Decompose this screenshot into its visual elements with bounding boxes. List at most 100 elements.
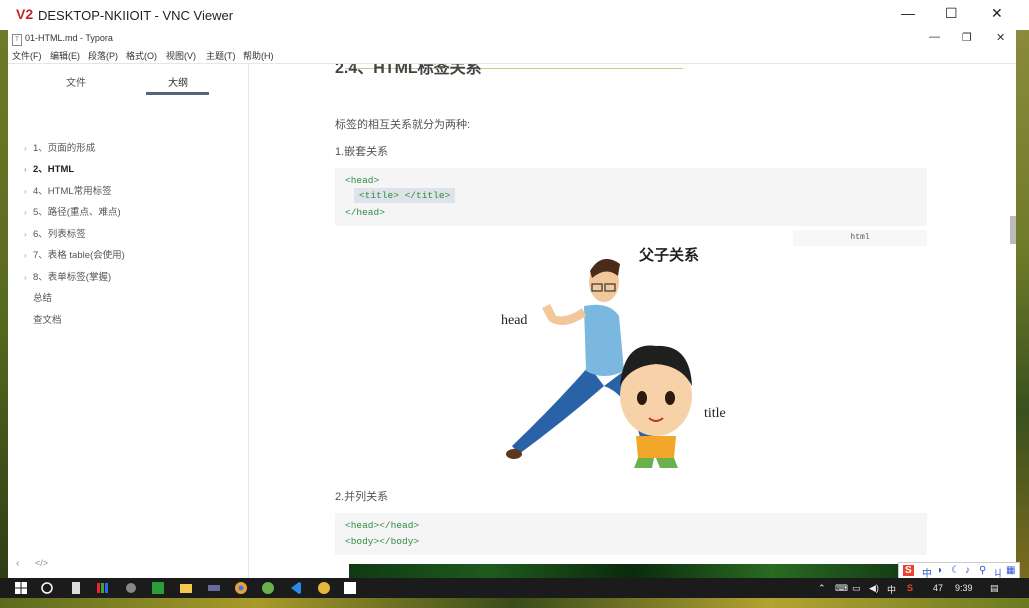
menu-bar: 文件(F) 编辑(E) 段落(P) 格式(O) 视图(V) 主题(T) 帮助(H… bbox=[8, 48, 1016, 64]
vnc-viewer-app-icon[interactable] bbox=[317, 581, 331, 595]
sidebar-footer: ‹ </> bbox=[8, 552, 248, 578]
vscode-icon[interactable] bbox=[289, 581, 303, 595]
menu-edit[interactable]: 编辑(E) bbox=[50, 49, 80, 62]
ime-menu-icon[interactable]: ▦ bbox=[1006, 565, 1015, 576]
outline-item-1[interactable]: › 1、页面的形成 bbox=[24, 140, 95, 154]
outline-item-label: 2、HTML bbox=[33, 164, 75, 175]
outline-item-summary[interactable]: 总结 bbox=[33, 290, 52, 304]
intro-paragraph: 标签的相互关系就分为两种: bbox=[335, 119, 471, 131]
section-heading: 2.4、HTML标签关系 bbox=[335, 64, 482, 77]
tab-outline[interactable]: 大纲 bbox=[168, 74, 188, 89]
menu-paragraph[interactable]: 段落(P) bbox=[88, 49, 118, 62]
ime-tools-icon[interactable]: ⚲ bbox=[979, 565, 986, 576]
code-language-label[interactable]: html bbox=[793, 230, 927, 246]
illustration-title-label: title bbox=[704, 406, 726, 421]
sogou-logo-icon[interactable]: S bbox=[903, 565, 914, 576]
vnc-close-button[interactable]: ✕ bbox=[991, 5, 1003, 22]
windows-start-icon[interactable] bbox=[14, 581, 28, 595]
notification-center-icon[interactable]: ▤ bbox=[990, 583, 999, 594]
hbuilder-icon[interactable] bbox=[151, 581, 165, 595]
cartoon-father-son-image bbox=[506, 258, 692, 468]
code-line: </head> bbox=[345, 207, 385, 218]
parallel-relation-title: 2.并列关系 bbox=[335, 491, 389, 503]
jungle-image bbox=[349, 564, 912, 578]
outline-item-label: 4、HTML常用标签 bbox=[33, 186, 112, 197]
outline-item-label: 7、表格 table(会使用) bbox=[33, 250, 125, 261]
menu-view[interactable]: 视图(V) bbox=[166, 49, 196, 62]
browser-icon[interactable] bbox=[261, 581, 275, 595]
ime-language-indicator[interactable]: 中 bbox=[887, 583, 896, 596]
menu-file[interactable]: 文件(F) bbox=[12, 49, 42, 62]
vnc-window-title: DESKTOP-NKIIOIT - VNC Viewer bbox=[38, 8, 234, 23]
sogou-tray-icon[interactable]: S bbox=[907, 583, 913, 593]
vnc-logo-icon: V2 bbox=[16, 6, 34, 22]
menu-help[interactable]: 帮助(H) bbox=[243, 49, 274, 62]
chevron-right-icon[interactable]: › bbox=[24, 230, 33, 239]
sidebar: 文件 大纲 › 1、页面的形成 › 2、HTML › 4、HTML常用标签 › 5、路径… bbox=[8, 64, 249, 578]
calculator-icon[interactable] bbox=[69, 581, 83, 595]
typora-window: T 01-HTML.md - Typora — ❐ ✕ 文件(F) 编辑(E) … bbox=[8, 30, 1016, 578]
typora-close-button[interactable]: ✕ bbox=[996, 31, 1005, 44]
desktop-wallpaper-bottom bbox=[0, 598, 1029, 608]
volume-icon[interactable]: ◀) bbox=[869, 583, 879, 594]
file-explorer-icon[interactable] bbox=[179, 581, 193, 595]
ime-voice-icon[interactable]: ♪ bbox=[965, 565, 970, 576]
menu-format[interactable]: 格式(O) bbox=[126, 49, 157, 62]
desktop-wallpaper-left bbox=[0, 30, 8, 578]
outline-item-label: 6、列表标签 bbox=[33, 229, 86, 240]
tab-files[interactable]: 文件 bbox=[66, 74, 86, 89]
source-code-mode-icon[interactable]: </> bbox=[35, 558, 48, 568]
outline-item-label: 5、路径(重点、难点) bbox=[33, 207, 121, 218]
menu-theme[interactable]: 主题(T) bbox=[206, 49, 236, 62]
ime-punctuation-icon[interactable]: ☾ bbox=[951, 565, 960, 576]
chrome-browser-icon[interactable] bbox=[234, 581, 248, 595]
outline-item-6[interactable]: › 6、列表标签 bbox=[24, 226, 86, 240]
illustration-parent-child bbox=[494, 246, 764, 471]
typora-window-title: 01-HTML.md - Typora bbox=[25, 33, 113, 43]
keyboard-icon[interactable]: ⌨ bbox=[835, 583, 848, 594]
illustration-caption: 父子关系 bbox=[639, 248, 700, 264]
typora-app-icon: T bbox=[12, 34, 22, 46]
tray-badge-number[interactable]: 47 bbox=[933, 583, 943, 593]
outline-item-2[interactable]: › 2、HTML bbox=[24, 161, 74, 175]
desktop-wallpaper-right bbox=[1016, 30, 1029, 578]
typora-restore-button[interactable]: ❐ bbox=[962, 31, 972, 44]
chevron-right-icon[interactable]: › bbox=[24, 208, 33, 217]
chevron-left-icon[interactable]: ‹ bbox=[16, 558, 19, 569]
typora-minimize-button[interactable]: — bbox=[929, 31, 940, 43]
code-line: <head> bbox=[345, 175, 380, 186]
network-icon[interactable]: ▭ bbox=[852, 583, 861, 594]
color-bars-app-icon[interactable] bbox=[96, 581, 110, 595]
vnc-maximize-button[interactable]: ☐ bbox=[945, 5, 958, 22]
windows-taskbar: ⌃ ⌨ ▭ ◀) 中 S 47 9:39 ▤ bbox=[0, 578, 1029, 598]
code-line: <head></head> bbox=[345, 520, 420, 531]
typora-app-taskbar-icon[interactable] bbox=[343, 581, 357, 595]
chevron-right-icon[interactable]: › bbox=[24, 187, 33, 196]
code-line: <body></body> bbox=[345, 536, 420, 547]
outline-item-8[interactable]: › 8、表单标签(掌握) bbox=[24, 269, 111, 283]
outline-item-label: 8、表单标签(掌握) bbox=[33, 272, 112, 283]
media-app-icon[interactable] bbox=[207, 581, 221, 595]
chevron-right-icon[interactable]: › bbox=[24, 273, 33, 282]
editor-pane[interactable]: 2.4、HTML标签关系 标签的相互关系就分为两种: 1.嵌套关系 <head>… bbox=[249, 64, 1016, 578]
outline-item-7[interactable]: › 7、表格 table(会使用) bbox=[24, 247, 125, 261]
outline-item-4[interactable]: › 4、HTML常用标签 bbox=[24, 183, 112, 197]
chevron-right-icon[interactable]: › bbox=[24, 144, 33, 153]
code-block-parallel[interactable]: <head></head> <body></body> bbox=[335, 513, 927, 555]
clock-time[interactable]: 9:39 bbox=[955, 583, 973, 593]
active-tab-indicator bbox=[146, 92, 209, 95]
editor-scrollbar-thumb[interactable] bbox=[1010, 216, 1016, 244]
outline-item-5[interactable]: › 5、路径(重点、难点) bbox=[24, 204, 121, 218]
code-line-highlighted: <title> </title> bbox=[354, 188, 456, 203]
chevron-up-icon[interactable]: ⌃ bbox=[818, 583, 826, 594]
code-block-nested[interactable]: <head> <title> </title> </head> bbox=[335, 168, 927, 226]
vnc-minimize-button[interactable]: — bbox=[901, 5, 915, 21]
typora-title-bar: T 01-HTML.md - Typora — ❐ ✕ bbox=[8, 30, 1016, 48]
chevron-right-icon[interactable]: › bbox=[24, 165, 33, 174]
illustration-head-label: head bbox=[501, 313, 528, 328]
outline-item-docs[interactable]: 查文档 bbox=[33, 312, 62, 326]
ime-halfwidth-icon[interactable]: ◗ bbox=[937, 565, 943, 576]
paint-app-icon[interactable] bbox=[124, 581, 138, 595]
search-circle-icon[interactable] bbox=[40, 581, 54, 595]
chevron-right-icon[interactable]: › bbox=[24, 251, 33, 260]
